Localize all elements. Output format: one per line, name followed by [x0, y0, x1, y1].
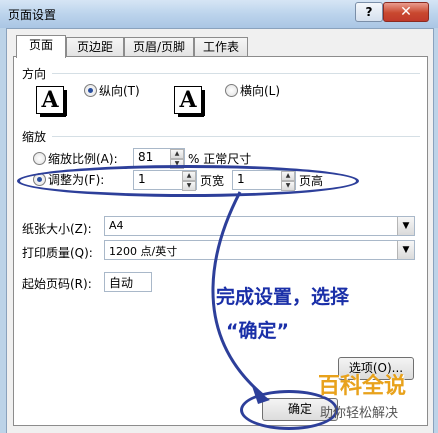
watermark-main: 百科全说 [318, 374, 407, 399]
watermark: 百科全说 助你轻松解决 [318, 368, 434, 428]
annotation-line1: 完成设置，选择 [216, 286, 350, 308]
annotation-line2: “确定” [226, 320, 289, 342]
watermark-sub: 助你轻松解决 [320, 406, 399, 421]
